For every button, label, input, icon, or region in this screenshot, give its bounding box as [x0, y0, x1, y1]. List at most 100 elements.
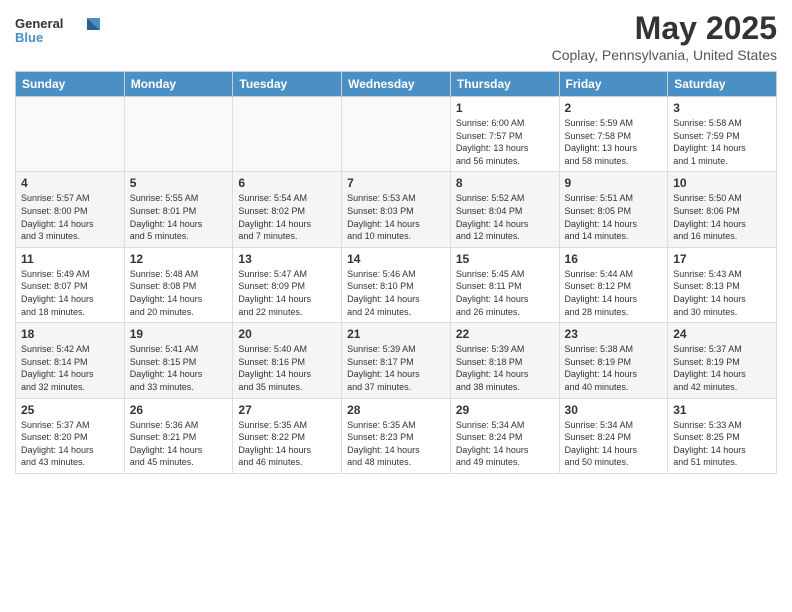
svg-text:Blue: Blue [15, 30, 43, 45]
calendar-cell: 21Sunrise: 5:39 AMSunset: 8:17 PMDayligh… [342, 323, 451, 398]
day-number: 23 [565, 327, 663, 341]
day-number: 14 [347, 252, 445, 266]
calendar-cell: 5 Sunrise: 5:55 AMSunset: 8:01 PMDaylight… [124, 172, 233, 247]
page-container: General Blue May 2025 Coplay, Pennsylvan… [0, 0, 792, 484]
calendar-cell: 3Sunrise: 5:58 AMSunset: 7:59 PMDaylight… [668, 97, 777, 172]
day-info: Sunrise: 5:52 AMSunset: 8:04 PMDaylight:… [456, 192, 554, 242]
day-info: Sunrise: 5:44 AMSunset: 8:12 PMDaylight:… [565, 268, 663, 318]
day-info: Sunrise: 5:39 AMSunset: 8:18 PMDaylight:… [456, 343, 554, 393]
title-block: May 2025 Coplay, Pennsylvania, United St… [552, 10, 777, 63]
day-info: Sunrise: 5:45 AMSunset: 8:11 PMDaylight:… [456, 268, 554, 318]
day-info: Sunrise: 5:43 AMSunset: 8:13 PMDaylight:… [673, 268, 771, 318]
day-info: Sunrise: 6:00 AMSunset: 7:57 PMDaylight:… [456, 117, 554, 167]
calendar-cell: 24 Sunrise: 5:37 AMSunset: 8:19 PMDayligh… [668, 323, 777, 398]
day-info: Sunrise: 5:53 AMSunset: 8:03 PMDaylight:… [347, 192, 445, 242]
day-info: Sunrise: 5:57 AMSunset: 8:00 PMDaylight:… [21, 192, 119, 242]
subtitle: Coplay, Pennsylvania, United States [552, 47, 777, 63]
day-info: Sunrise: 5:47 AMSunset: 8:09 PMDaylight:… [238, 268, 336, 318]
day-number: 24 [673, 327, 771, 341]
calendar-cell: 6 Sunrise: 5:54 AMSunset: 8:02 PMDaylight… [233, 172, 342, 247]
day-number: 27 [238, 403, 336, 417]
day-number: 9 [565, 176, 663, 190]
day-info: Sunrise: 5:46 AMSunset: 8:10 PMDaylight:… [347, 268, 445, 318]
svg-text:General: General [15, 16, 63, 31]
page-header: General Blue May 2025 Coplay, Pennsylvan… [15, 10, 777, 63]
calendar-week-2: 4 Sunrise: 5:57 AMSunset: 8:00 PMDaylight… [16, 172, 777, 247]
day-info: Sunrise: 5:33 AMSunset: 8:25 PMDaylight:… [673, 419, 771, 469]
calendar-cell: 26Sunrise: 5:36 AMSunset: 8:21 PMDayligh… [124, 398, 233, 473]
col-tuesday: Tuesday [233, 72, 342, 97]
day-info: Sunrise: 5:35 AMSunset: 8:23 PMDaylight:… [347, 419, 445, 469]
day-number: 13 [238, 252, 336, 266]
logo-text: General Blue [15, 10, 105, 50]
calendar-cell: 1Sunrise: 6:00 AMSunset: 7:57 PMDaylight… [450, 97, 559, 172]
calendar-table: Sunday Monday Tuesday Wednesday Thursday… [15, 71, 777, 474]
calendar-cell: 7 Sunrise: 5:53 AMSunset: 8:03 PMDaylight… [342, 172, 451, 247]
day-number: 5 [130, 176, 228, 190]
calendar-cell: 16 Sunrise: 5:44 AMSunset: 8:12 PMDayligh… [559, 247, 668, 322]
day-number: 12 [130, 252, 228, 266]
day-info: Sunrise: 5:39 AMSunset: 8:17 PMDaylight:… [347, 343, 445, 393]
calendar-cell: 30 Sunrise: 5:34 AMSunset: 8:24 PMDayligh… [559, 398, 668, 473]
day-number: 18 [21, 327, 119, 341]
day-number: 11 [21, 252, 119, 266]
calendar-cell [342, 97, 451, 172]
day-info: Sunrise: 5:35 AMSunset: 8:22 PMDaylight:… [238, 419, 336, 469]
calendar-cell [233, 97, 342, 172]
day-info: Sunrise: 5:49 AMSunset: 8:07 PMDaylight:… [21, 268, 119, 318]
calendar-cell: 22 Sunrise: 5:39 AMSunset: 8:18 PMDayligh… [450, 323, 559, 398]
day-info: Sunrise: 5:37 AMSunset: 8:20 PMDaylight:… [21, 419, 119, 469]
day-info: Sunrise: 5:34 AMSunset: 8:24 PMDaylight:… [456, 419, 554, 469]
day-number: 20 [238, 327, 336, 341]
day-number: 10 [673, 176, 771, 190]
calendar-cell: 15Sunrise: 5:45 AMSunset: 8:11 PMDayligh… [450, 247, 559, 322]
day-info: Sunrise: 5:42 AMSunset: 8:14 PMDaylight:… [21, 343, 119, 393]
calendar-cell: 27 Sunrise: 5:35 AMSunset: 8:22 PMDayligh… [233, 398, 342, 473]
day-info: Sunrise: 5:40 AMSunset: 8:16 PMDaylight:… [238, 343, 336, 393]
calendar-cell: 8 Sunrise: 5:52 AMSunset: 8:04 PMDaylight… [450, 172, 559, 247]
day-number: 8 [456, 176, 554, 190]
day-number: 4 [21, 176, 119, 190]
day-number: 25 [21, 403, 119, 417]
day-info: Sunrise: 5:59 AMSunset: 7:58 PMDaylight:… [565, 117, 663, 167]
day-number: 3 [673, 101, 771, 115]
calendar-cell: 29 Sunrise: 5:34 AMSunset: 8:24 PMDayligh… [450, 398, 559, 473]
calendar-week-3: 11 Sunrise: 5:49 AMSunset: 8:07 PMDayligh… [16, 247, 777, 322]
day-info: Sunrise: 5:37 AMSunset: 8:19 PMDaylight:… [673, 343, 771, 393]
day-info: Sunrise: 5:51 AMSunset: 8:05 PMDaylight:… [565, 192, 663, 242]
col-monday: Monday [124, 72, 233, 97]
day-number: 19 [130, 327, 228, 341]
calendar-cell: 4 Sunrise: 5:57 AMSunset: 8:00 PMDaylight… [16, 172, 125, 247]
calendar-cell: 2 Sunrise: 5:59 AMSunset: 7:58 PMDaylight… [559, 97, 668, 172]
col-saturday: Saturday [668, 72, 777, 97]
calendar-cell: 19Sunrise: 5:41 AMSunset: 8:15 PMDayligh… [124, 323, 233, 398]
day-number: 17 [673, 252, 771, 266]
calendar-cell: 10 Sunrise: 5:50 AMSunset: 8:06 PMDayligh… [668, 172, 777, 247]
calendar-week-1: 1Sunrise: 6:00 AMSunset: 7:57 PMDaylight… [16, 97, 777, 172]
day-number: 6 [238, 176, 336, 190]
day-info: Sunrise: 5:34 AMSunset: 8:24 PMDaylight:… [565, 419, 663, 469]
calendar-cell [124, 97, 233, 172]
col-sunday: Sunday [16, 72, 125, 97]
day-number: 26 [130, 403, 228, 417]
day-number: 30 [565, 403, 663, 417]
day-info: Sunrise: 5:38 AMSunset: 8:19 PMDaylight:… [565, 343, 663, 393]
col-friday: Friday [559, 72, 668, 97]
col-wednesday: Wednesday [342, 72, 451, 97]
logo: General Blue [15, 10, 105, 50]
day-info: Sunrise: 5:50 AMSunset: 8:06 PMDaylight:… [673, 192, 771, 242]
calendar-cell: 20 Sunrise: 5:40 AMSunset: 8:16 PMDayligh… [233, 323, 342, 398]
day-info: Sunrise: 5:54 AMSunset: 8:02 PMDaylight:… [238, 192, 336, 242]
calendar-cell [16, 97, 125, 172]
day-number: 31 [673, 403, 771, 417]
day-number: 7 [347, 176, 445, 190]
day-number: 22 [456, 327, 554, 341]
day-info: Sunrise: 5:55 AMSunset: 8:01 PMDaylight:… [130, 192, 228, 242]
calendar-cell: 28 Sunrise: 5:35 AMSunset: 8:23 PMDayligh… [342, 398, 451, 473]
day-number: 16 [565, 252, 663, 266]
calendar-cell: 14 Sunrise: 5:46 AMSunset: 8:10 PMDayligh… [342, 247, 451, 322]
day-number: 2 [565, 101, 663, 115]
day-number: 28 [347, 403, 445, 417]
day-number: 29 [456, 403, 554, 417]
calendar-week-5: 25 Sunrise: 5:37 AMSunset: 8:20 PMDayligh… [16, 398, 777, 473]
